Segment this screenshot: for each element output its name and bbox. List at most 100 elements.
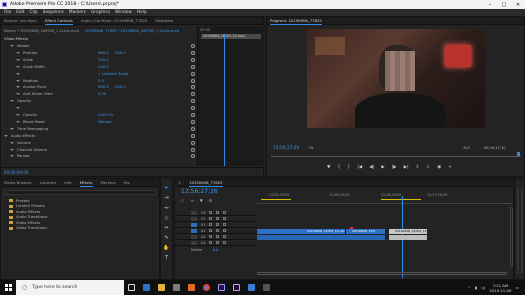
selection-tool-icon[interactable]: ➤ — [164, 185, 168, 191]
sync-icon[interactable] — [216, 217, 220, 220]
breadcrumb-master[interactable]: Master * 20190606_160935_1 Scrub.mp4 — [4, 29, 79, 33]
effect-row[interactable]: Time Remapping — [1, 126, 197, 132]
effect-row[interactable]: ✓ Uniform Scale — [1, 71, 197, 77]
mini-playhead[interactable] — [224, 34, 225, 166]
effect-row-value[interactable]: 100.0 — [98, 58, 109, 62]
step-back-icon[interactable]: ◀| — [369, 165, 374, 170]
sync-icon[interactable] — [216, 241, 220, 244]
sync-icon[interactable] — [216, 229, 220, 232]
fit-dropdown[interactable]: Fit — [309, 146, 313, 150]
timeline-ruler[interactable]: 12;55;59;25 12;56;29;29 12;56;59;29 12;5… — [257, 192, 513, 204]
button-editor-icon[interactable]: + — [448, 165, 452, 170]
timeline-timecode[interactable]: 12;56;27;26 — [181, 188, 218, 195]
effect-row[interactable]: Volume — [1, 140, 197, 146]
extract-icon[interactable]: ⇩ — [426, 165, 430, 170]
reset-icon[interactable] — [191, 119, 195, 124]
expand-chevron-icon[interactable] — [16, 86, 20, 89]
tab-source[interactable]: Source: (no clips) — [4, 18, 37, 23]
effect-row-value-2[interactable]: 540.0 — [115, 85, 126, 89]
expand-chevron-icon[interactable] — [4, 134, 8, 137]
timeline-v-scrollbar[interactable] — [510, 207, 513, 267]
maximize-button[interactable]: □ — [497, 0, 511, 9]
reset-icon[interactable] — [191, 99, 195, 104]
razor-tool-icon[interactable]: ◇ — [165, 215, 169, 221]
reset-icon[interactable] — [191, 78, 195, 83]
premiere-taskbar-icon[interactable] — [218, 284, 225, 291]
linked-selection-icon[interactable]: ∞ — [190, 198, 193, 203]
expand-chevron-icon[interactable] — [10, 45, 14, 47]
play-icon[interactable]: ▶ — [381, 165, 384, 170]
effect-row[interactable]: Scale 100.0 — [1, 57, 197, 63]
expand-chevron-icon[interactable] — [16, 114, 20, 116]
tab-markers[interactable]: Markers — [101, 180, 116, 185]
mark-in-icon[interactable]: { — [337, 165, 340, 170]
menu-sequence[interactable]: Sequence — [43, 10, 64, 15]
tab-info[interactable]: Info — [64, 180, 71, 185]
tab-history[interactable]: His — [124, 180, 130, 185]
effects-search[interactable]: ⌕ — [4, 190, 156, 195]
effect-row-value[interactable]: 960.0 — [98, 85, 109, 89]
sync-icon[interactable] — [216, 211, 220, 214]
lock-icon[interactable] — [209, 229, 213, 232]
minimize-button[interactable]: – — [483, 0, 497, 9]
sync-icon[interactable] — [216, 223, 220, 226]
reset-icon[interactable] — [191, 106, 195, 111]
effect-row[interactable]: Rotation 0.0 — [1, 78, 197, 84]
v1-clip-3[interactable]: 20190606_16303_1S — [389, 229, 427, 234]
expand-chevron-icon[interactable] — [10, 127, 14, 130]
work-area-bar[interactable] — [381, 199, 421, 200]
audio-track-header[interactable]: A3 — [175, 240, 257, 246]
eye-icon[interactable] — [223, 241, 227, 244]
menu-edit[interactable]: Edit — [16, 10, 24, 15]
go-to-in-icon[interactable]: |◀ — [357, 165, 362, 170]
reset-icon[interactable] — [191, 113, 195, 117]
close-button[interactable]: ✕ — [511, 0, 525, 9]
work-area-bar[interactable] — [261, 199, 291, 200]
ec-timecode[interactable]: 00:00:00:00 — [4, 170, 28, 175]
effect-row[interactable]: Audio Effects — [1, 133, 197, 139]
add-marker-icon[interactable]: ▼ — [327, 165, 330, 170]
effect-row[interactable]: Opacity 100.0 % — [1, 112, 197, 118]
notifications-icon[interactable]: ▭ — [515, 285, 519, 290]
add-marker-tl-icon[interactable]: ▼ — [200, 198, 203, 203]
tab-audio-clip-mixer[interactable]: Audio Clip Mixer: 20190606_77825 — [81, 18, 147, 23]
reset-icon[interactable] — [191, 154, 195, 159]
effect-row-value[interactable]: ✓ Uniform Scale — [98, 72, 128, 76]
master-value[interactable]: 0.0 — [213, 248, 218, 252]
menu-file[interactable]: File — [4, 10, 11, 15]
eye-icon[interactable] — [223, 217, 227, 220]
expand-chevron-icon[interactable] — [10, 155, 14, 158]
tab-media-browser[interactable]: Media Browser — [4, 180, 32, 185]
reset-icon[interactable] — [191, 85, 195, 90]
wrench-icon[interactable]: ⚙ — [209, 198, 213, 203]
track-target-toggle[interactable] — [191, 240, 197, 245]
effect-row[interactable]: Anti-flicker Filter 0.00 — [1, 91, 197, 97]
chrome-icon[interactable] — [203, 284, 210, 291]
breadcrumb-sequence[interactable]: 20190606_77825 * 20190606_160935_1 Scrub… — [85, 29, 179, 33]
settings-icon[interactable] — [263, 284, 270, 291]
reset-icon[interactable] — [191, 92, 195, 97]
export-frame-icon[interactable]: ◉ — [437, 165, 441, 170]
type-tool-icon[interactable]: T — [165, 255, 168, 261]
taskbar-search-box[interactable]: ○ Type here to search — [16, 280, 124, 295]
program-playhead[interactable] — [517, 152, 520, 156]
a1-clip-3[interactable] — [389, 235, 427, 240]
sync-icon[interactable] — [216, 235, 220, 238]
expand-chevron-icon[interactable] — [16, 58, 20, 61]
mark-out-icon[interactable]: } — [347, 165, 350, 170]
eye-icon[interactable] — [223, 223, 227, 226]
expand-chevron-icon[interactable] — [16, 65, 20, 68]
lock-icon[interactable] — [209, 217, 213, 220]
effect-row-value-2[interactable]: 540.0 — [115, 51, 126, 55]
timeline-h-scrollbar[interactable] — [257, 272, 507, 275]
tray-chevron-icon[interactable]: ^ — [468, 285, 471, 290]
reset-icon[interactable] — [191, 64, 195, 69]
go-to-out-icon[interactable]: ▶| — [404, 165, 409, 170]
snap-icon[interactable]: ⊂ — [181, 198, 184, 203]
start-icon[interactable] — [0, 280, 16, 295]
expand-chevron-icon[interactable] — [16, 72, 20, 75]
menu-graphics[interactable]: Graphics — [91, 10, 110, 15]
effect-row[interactable] — [1, 105, 197, 111]
track-select-tool-icon[interactable]: ⇥ — [164, 195, 168, 201]
ripple-edit-tool-icon[interactable]: ⟛ — [164, 205, 169, 211]
